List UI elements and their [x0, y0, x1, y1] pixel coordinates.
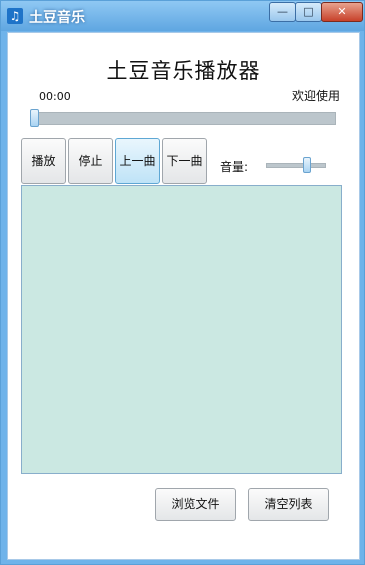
minimize-button[interactable]: — [269, 2, 296, 22]
title-bar[interactable]: ♫ 土豆音乐 — □ ✕ [1, 1, 364, 31]
progress-slider-thumb[interactable] [30, 109, 39, 127]
previous-track-button[interactable]: 上一曲 [115, 138, 160, 184]
maximize-button[interactable]: □ [295, 2, 322, 22]
welcome-text: 欢迎使用 [291, 89, 340, 103]
progress-slider-track[interactable] [30, 112, 336, 125]
app-heading: 土豆音乐播放器 [106, 59, 261, 83]
browse-files-button[interactable]: 浏览文件 [155, 488, 236, 521]
volume-slider-track[interactable] [266, 163, 326, 168]
volume-label: 音量: [220, 160, 249, 174]
window-title: 土豆音乐 [29, 10, 85, 26]
next-track-button[interactable]: 下一曲 [162, 138, 207, 184]
volume-slider-thumb[interactable] [303, 157, 312, 173]
close-button[interactable]: ✕ [321, 2, 363, 22]
playlist[interactable] [21, 185, 342, 474]
app-window: ♫ 土豆音乐 — □ ✕ 土豆音乐播放器 00:00 欢迎使用 播放 停止 上一… [0, 0, 365, 565]
stop-button[interactable]: 停止 [68, 138, 113, 184]
client-area: 土豆音乐播放器 00:00 欢迎使用 播放 停止 上一曲 下一曲 音量: 浏览文… [7, 32, 360, 560]
time-display: 00:00 [39, 90, 71, 103]
play-button[interactable]: 播放 [21, 138, 66, 184]
clear-list-button[interactable]: 清空列表 [248, 488, 329, 521]
music-note-icon: ♫ [7, 8, 23, 24]
